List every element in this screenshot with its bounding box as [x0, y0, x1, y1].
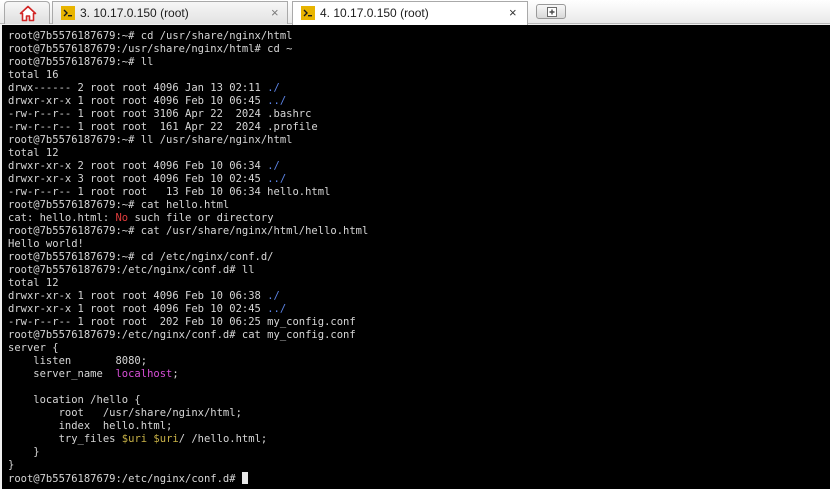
terminal-text: cat: hello.html:	[8, 212, 116, 224]
terminal-text: ../	[267, 173, 287, 185]
terminal-text: root@7b5576187679:/etc/nginx/conf.d#	[8, 473, 242, 485]
terminal-line: total 12	[8, 147, 368, 160]
home-tab-button[interactable]	[4, 1, 50, 24]
terminal-line: }	[8, 446, 368, 459]
terminal-text: No	[115, 212, 129, 224]
terminal-text: root /usr/share/nginx/html;	[8, 407, 242, 419]
new-tab-icon	[547, 7, 557, 17]
tab-session-3[interactable]: 3. 10.17.0.150 (root) ×	[52, 1, 288, 24]
terminal-text: server_name	[8, 368, 116, 380]
terminal-text: listen 8080;	[8, 355, 148, 367]
terminal-text: ./	[267, 160, 280, 172]
terminal-text: -rw-r--r-- 1 root root 3106 Apr 22 2024 …	[8, 108, 312, 120]
home-icon	[19, 5, 37, 22]
terminal-line: drwxr-xr-x 1 root root 4096 Feb 10 06:45…	[8, 95, 368, 108]
close-icon[interactable]: ×	[271, 2, 279, 24]
terminal-line: root@7b5576187679:/usr/share/nginx/html#…	[8, 43, 368, 56]
terminal-line: drwxr-xr-x 1 root root 4096 Feb 10 02:45…	[8, 303, 368, 316]
terminal-line: server {	[8, 342, 368, 355]
terminal-line: -rw-r--r-- 1 root root 3106 Apr 22 2024 …	[8, 108, 368, 121]
terminal-line: }	[8, 459, 368, 472]
terminal-text: drwxr-xr-x 1 root root 4096 Feb 10 02:45	[8, 303, 268, 315]
terminal-line: root@7b5576187679:~# cat hello.html	[8, 199, 368, 212]
terminal-text: total 12	[8, 147, 59, 159]
terminal-line: cat: hello.html: No such file or directo…	[8, 212, 368, 225]
close-icon[interactable]: ×	[509, 2, 517, 24]
terminal-text: root@7b5576187679:/usr/share/nginx/html#…	[8, 43, 293, 55]
terminal-text: ;	[172, 368, 179, 380]
terminal-line: root /usr/share/nginx/html;	[8, 407, 368, 420]
terminal-text: root@7b5576187679:~# cat /usr/share/ngin…	[8, 225, 369, 237]
terminal-text: such file or directory	[128, 212, 274, 224]
terminal-text: server {	[8, 342, 59, 354]
terminal-text: root@7b5576187679:~# cd /etc/nginx/conf.…	[8, 251, 274, 263]
tab-label: 3. 10.17.0.150 (root)	[80, 6, 189, 20]
terminal-line: root@7b5576187679:~# cd /etc/nginx/conf.…	[8, 251, 368, 264]
terminal-text: -rw-r--r-- 1 root root 202 Feb 10 06:25 …	[8, 316, 356, 328]
terminal-line: root@7b5576187679:~# ll	[8, 56, 368, 69]
terminal-line: root@7b5576187679:/etc/nginx/conf.d# ll	[8, 264, 368, 277]
terminal-text: ../	[267, 303, 287, 315]
terminal-text: }	[8, 459, 15, 471]
terminal-line: try_files $uri $uri/ /hello.html;	[8, 433, 368, 446]
terminal-text: drwxr-xr-x 1 root root 4096 Feb 10 06:45	[8, 95, 268, 107]
terminal-line: drwxr-xr-x 3 root root 4096 Feb 10 02:45…	[8, 173, 368, 186]
terminal-line: Hello world!	[8, 238, 368, 251]
terminal-line: drwxr-xr-x 2 root root 4096 Feb 10 06:34…	[8, 160, 368, 173]
terminal-text: root@7b5576187679:~# cat hello.html	[8, 199, 230, 211]
terminal-line: -rw-r--r-- 1 root root 13 Feb 10 06:34 h…	[8, 186, 368, 199]
terminal-text: drwxr-xr-x 1 root root 4096 Feb 10 06:38	[8, 290, 268, 302]
terminal-text: ../	[267, 95, 287, 107]
terminal-text: $uri	[153, 433, 179, 445]
terminal-text: }	[8, 446, 40, 458]
terminal-session-icon	[301, 6, 315, 20]
terminal-text: try_files	[8, 433, 122, 445]
terminal-text: localhost	[115, 368, 173, 380]
terminal-text: root@7b5576187679:~# cd /usr/share/nginx…	[8, 30, 293, 42]
terminal-line: -rw-r--r-- 1 root root 161 Apr 22 2024 .…	[8, 121, 368, 134]
terminal-session-icon	[61, 6, 75, 20]
terminal-pane[interactable]: root@7b5576187679:~# cd /usr/share/nginx…	[2, 25, 830, 489]
terminal-text: total 16	[8, 69, 59, 81]
terminal-text: ./	[267, 82, 280, 94]
terminal-output: root@7b5576187679:~# cd /usr/share/nginx…	[8, 30, 368, 485]
terminal-text: total 12	[8, 277, 59, 289]
terminal-line: root@7b5576187679:/etc/nginx/conf.d# cat…	[8, 329, 368, 342]
new-tab-button[interactable]	[536, 4, 566, 19]
terminal-line: -rw-r--r-- 1 root root 202 Feb 10 06:25 …	[8, 316, 368, 329]
terminal-text: drwxr-xr-x 3 root root 4096 Feb 10 02:45	[8, 173, 268, 185]
terminal-text: $uri	[121, 433, 148, 445]
terminal-line: root@7b5576187679:~# cd /usr/share/nginx…	[8, 30, 368, 43]
terminal-text: Hello world!	[8, 238, 84, 250]
terminal-text: root@7b5576187679:~# ll /usr/share/nginx…	[8, 134, 293, 146]
terminal-text: root@7b5576187679:~# ll	[8, 56, 154, 68]
terminal-line: drwx------ 2 root root 4096 Jan 13 02:11…	[8, 82, 368, 95]
tab-label: 4. 10.17.0.150 (root)	[320, 6, 429, 20]
terminal-text: drwx------ 2 root root 4096 Jan 13 02:11	[8, 82, 268, 94]
terminal-text: -rw-r--r-- 1 root root 161 Apr 22 2024 .…	[8, 121, 318, 133]
terminal-line: drwxr-xr-x 1 root root 4096 Feb 10 06:38…	[8, 290, 368, 303]
terminal-line: index hello.html;	[8, 420, 368, 433]
terminal-line: root@7b5576187679:~# cat /usr/share/ngin…	[8, 225, 368, 238]
tab-bar: 3. 10.17.0.150 (root) × 4. 10.17.0.150 (…	[0, 0, 830, 25]
terminal-line: root@7b5576187679:~# ll /usr/share/nginx…	[8, 134, 368, 147]
tab-session-4[interactable]: 4. 10.17.0.150 (root) ×	[292, 1, 528, 25]
terminal-text: ./	[267, 290, 280, 302]
terminal-line: location /hello {	[8, 394, 368, 407]
text-cursor	[241, 472, 248, 484]
terminal-text: drwxr-xr-x 2 root root 4096 Feb 10 06:34	[8, 160, 268, 172]
terminal-line: total 12	[8, 277, 368, 290]
terminal-text: location /hello {	[8, 394, 141, 406]
terminal-line: listen 8080;	[8, 355, 368, 368]
terminal-text: -rw-r--r-- 1 root root 13 Feb 10 06:34 h…	[8, 186, 331, 198]
terminal-text: root@7b5576187679:/etc/nginx/conf.d# cat…	[8, 329, 356, 341]
terminal-text: root@7b5576187679:/etc/nginx/conf.d# ll	[8, 264, 255, 276]
terminal-line: root@7b5576187679:/etc/nginx/conf.d#	[8, 472, 368, 485]
terminal-line: total 16	[8, 69, 368, 82]
terminal-text: index hello.html;	[8, 420, 173, 432]
terminal-line: server_name localhost;	[8, 368, 368, 381]
terminal-text: / /hello.html;	[178, 433, 268, 445]
